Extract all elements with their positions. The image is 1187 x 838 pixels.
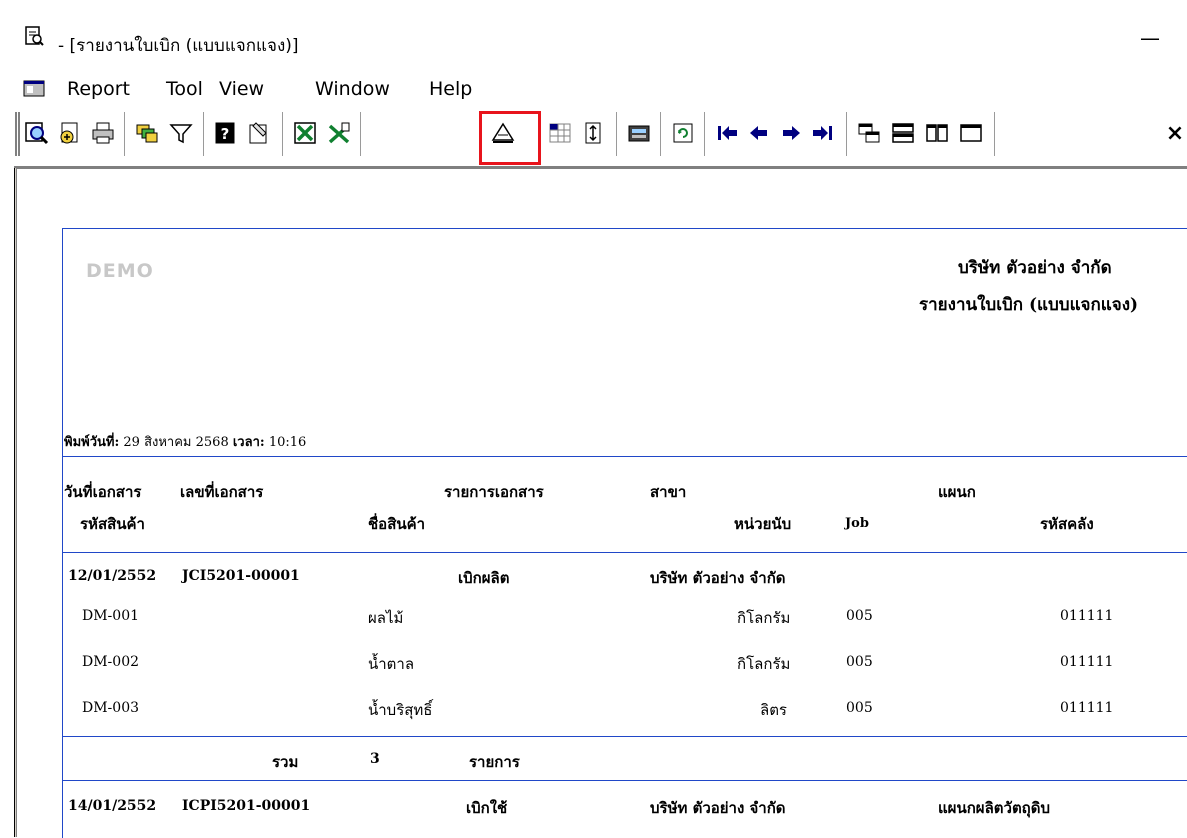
header-warehouse: รหัสคลัง xyxy=(1040,515,1094,533)
header-doc-date: วันที่เอกสาร xyxy=(64,483,142,501)
doc1-date: 12/01/2552 xyxy=(68,568,157,584)
table-row: DM-001 xyxy=(82,608,140,624)
report-title: รายงานใบเบิก (แบบแจกแจง) xyxy=(919,295,1139,315)
first-page-icon[interactable] xyxy=(712,118,742,148)
doc1-type: เบิกผลิต xyxy=(458,569,510,587)
refresh-icon[interactable] xyxy=(668,118,698,148)
highlight-box xyxy=(479,111,541,165)
header-product-name: ชื่อสินค้า xyxy=(368,515,426,533)
toolbar-separator xyxy=(360,112,363,156)
window-title: - [รายงานใบเบิก (แบบแจกแจง)] xyxy=(58,36,299,56)
toolbar-separator xyxy=(203,112,206,156)
header-unit: หน่วยนับ xyxy=(734,515,792,533)
excel-x-icon[interactable] xyxy=(324,118,354,148)
menu-help[interactable]: Help xyxy=(429,78,472,100)
toolbar-separator xyxy=(846,112,849,156)
prev-page-icon[interactable] xyxy=(744,118,774,148)
doc2-department: แผนกผลิตวัตถุดิบ xyxy=(938,799,1051,817)
header-doc-list: รายการเอกสาร xyxy=(444,483,544,501)
table-row: DM-002 xyxy=(82,654,140,670)
doc1-branch: บริษัท ตัวอย่าง จำกัด xyxy=(650,569,786,587)
table-row: น้ำตาล xyxy=(368,655,415,673)
printed-info: พิมพ์วันที่: 29 สิงหาคม 2568 เวลา: 10:16 xyxy=(64,431,306,452)
printed-time: 10:16 xyxy=(268,435,307,450)
report-page xyxy=(62,228,1187,838)
table-row: 005 xyxy=(846,700,873,716)
total-top-line xyxy=(62,736,1187,737)
maximize-icon[interactable] xyxy=(956,118,986,148)
table-row: 005 xyxy=(846,654,873,670)
doc2-date: 14/01/2552 xyxy=(68,798,157,814)
tile-horizontal-icon[interactable] xyxy=(888,118,918,148)
total-bottom-line xyxy=(62,780,1187,781)
export-icon[interactable] xyxy=(55,118,85,148)
calculator-icon[interactable] xyxy=(624,118,654,148)
header-product-code: รหัสสินค้า xyxy=(80,515,145,533)
table-row: DM-003 xyxy=(82,700,140,716)
close-icon[interactable]: × xyxy=(1160,118,1187,148)
table-row: ผลไม้ xyxy=(368,609,404,627)
printed-label: พิมพ์วันที่: xyxy=(64,435,120,450)
title-bar: - [รายงานใบเบิก (แบบแจกแจง)] — xyxy=(0,0,1187,62)
header-top-line xyxy=(62,456,1187,457)
filter-icon[interactable] xyxy=(166,118,196,148)
table-row: 011111 xyxy=(1060,700,1114,716)
last-page-icon[interactable] xyxy=(808,118,838,148)
group-icon[interactable] xyxy=(132,118,162,148)
tile-vertical-icon[interactable] xyxy=(922,118,952,148)
excel-icon[interactable] xyxy=(290,118,320,148)
table-row: กิโลกรัม xyxy=(737,609,791,627)
print-icon[interactable] xyxy=(88,118,118,148)
toolbar-grip[interactable] xyxy=(15,112,20,156)
menu-view[interactable]: View xyxy=(219,78,264,100)
header-job: Job xyxy=(845,516,869,531)
header-branch: สาขา xyxy=(650,483,687,501)
header-department: แผนก xyxy=(938,483,976,501)
grid-icon[interactable] xyxy=(545,118,575,148)
mdi-frame-top xyxy=(14,166,1187,169)
toolbar-separator xyxy=(124,112,127,156)
toolbar-separator xyxy=(660,112,663,156)
toolbar-separator xyxy=(616,112,619,156)
doc2-number: ICPI5201-00001 xyxy=(182,798,311,814)
cascade-icon[interactable] xyxy=(854,118,884,148)
header-bottom-line xyxy=(62,552,1187,553)
minimize-button[interactable]: — xyxy=(1138,28,1162,48)
table-row: 005 xyxy=(846,608,873,624)
toolbar-separator xyxy=(704,112,707,156)
menu-tool[interactable]: Tool xyxy=(166,78,203,100)
doc2-branch: บริษัท ตัวอย่าง จำกัด xyxy=(650,799,786,817)
design-icon[interactable]: ? xyxy=(210,118,240,148)
table-row: กิโลกรัม xyxy=(737,655,791,673)
report-document-icon xyxy=(25,26,44,46)
table-row: 011111 xyxy=(1060,654,1114,670)
demo-watermark: DEMO xyxy=(86,260,154,282)
total-unit: รายการ xyxy=(469,753,520,771)
mdi-left-area xyxy=(0,168,14,837)
time-label: เวลา: xyxy=(232,435,265,450)
doc1-number: JCI5201-00001 xyxy=(182,568,300,584)
table-row: น้ำบริสุทธิ์ xyxy=(368,701,433,719)
total-count: 3 xyxy=(370,751,380,767)
printed-date: 29 สิงหาคม 2568 xyxy=(123,435,229,450)
mdi-frame-border xyxy=(14,168,17,837)
menu-window[interactable]: Window xyxy=(315,78,390,100)
toolbar-separator xyxy=(994,112,997,156)
edit-icon[interactable] xyxy=(244,118,274,148)
table-row: ลิตร xyxy=(760,701,787,719)
svg-text:?: ? xyxy=(221,125,230,143)
row-height-icon[interactable] xyxy=(578,118,608,148)
doc2-type: เบิกใช้ xyxy=(466,799,508,817)
header-doc-no: เลขที่เอกสาร xyxy=(180,483,264,501)
table-row: 011111 xyxy=(1060,608,1114,624)
preview-icon[interactable] xyxy=(22,118,52,148)
toolbar-separator xyxy=(282,112,285,156)
company-name: บริษัท ตัวอย่าง จำกัด xyxy=(958,258,1112,278)
next-page-icon[interactable] xyxy=(776,118,806,148)
menu-report[interactable]: Report xyxy=(67,78,130,100)
window-menu-icon[interactable] xyxy=(23,80,45,97)
total-label: รวม xyxy=(272,753,299,771)
